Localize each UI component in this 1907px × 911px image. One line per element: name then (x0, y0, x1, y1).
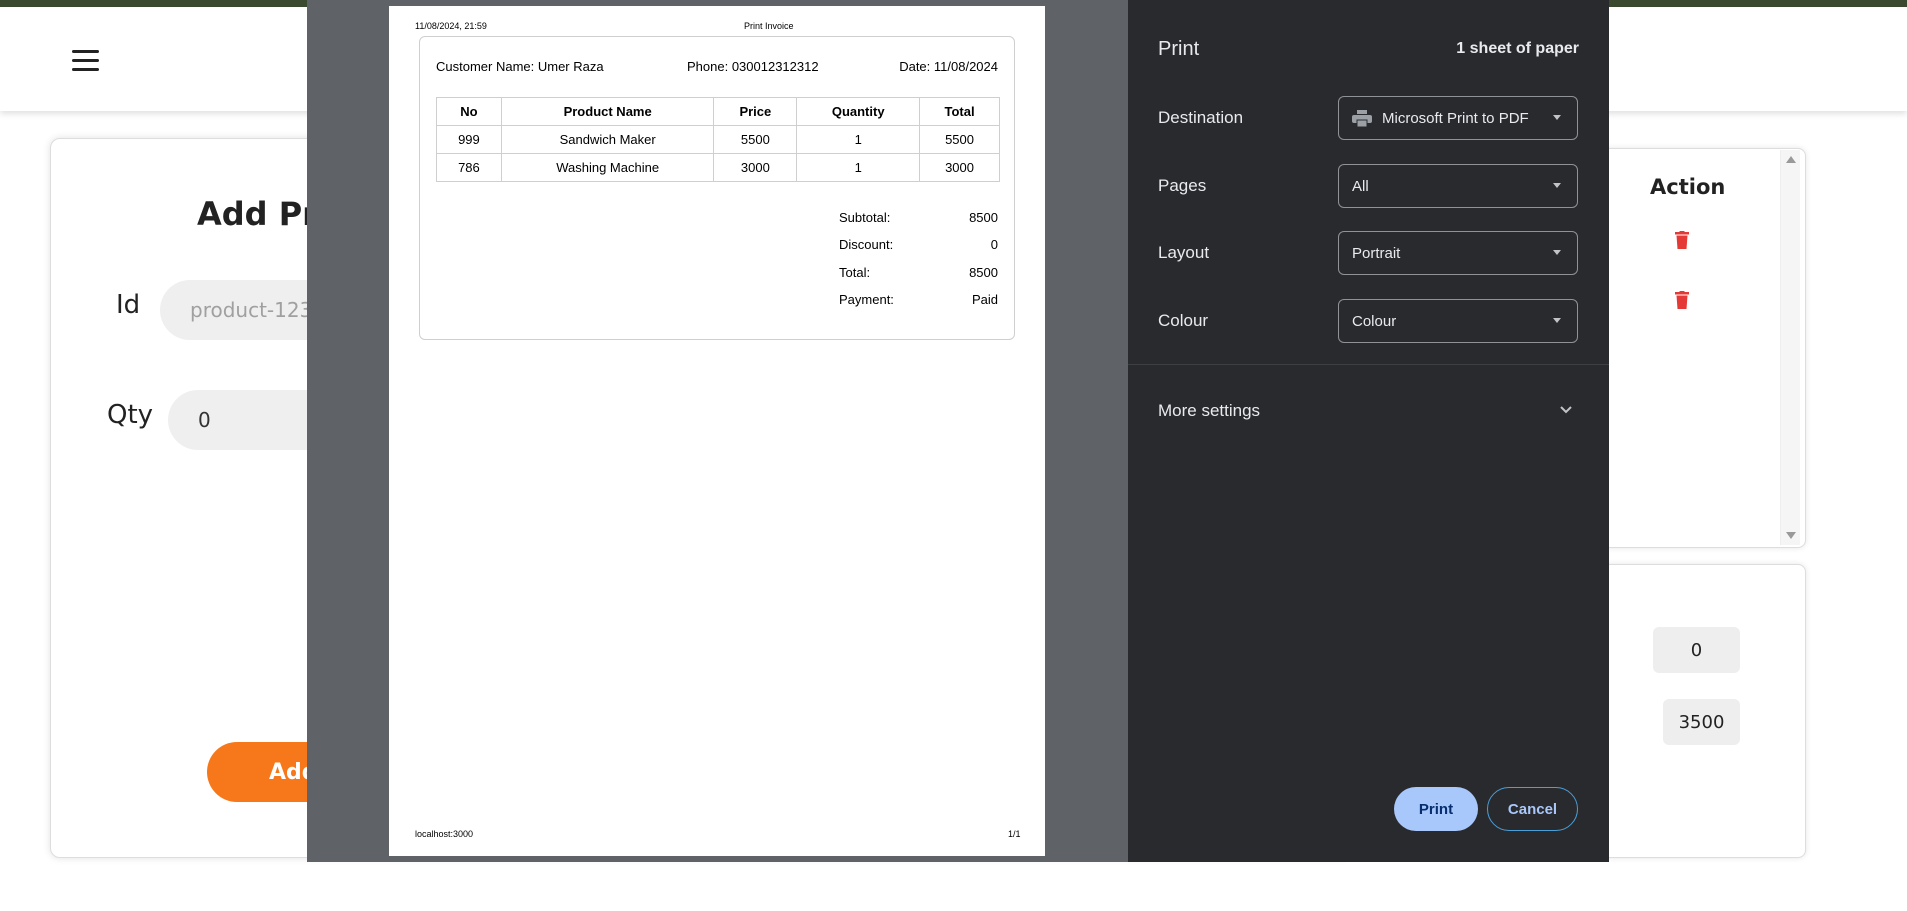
scroll-down-icon[interactable] (1786, 532, 1796, 539)
sheet-count: 1 sheet of paper (1456, 40, 1579, 57)
delete-icon[interactable] (1675, 231, 1689, 249)
dropdown-caret-icon (1553, 250, 1561, 255)
customer-phone: Phone: 030012312312 (687, 59, 819, 74)
settings-divider (1128, 364, 1609, 365)
table-cell: 1 (796, 153, 921, 182)
payment-label: Payment: (839, 292, 894, 307)
invoice-date: Date: 11/08/2024 (899, 59, 998, 74)
chevron-down-icon[interactable] (1558, 402, 1574, 418)
printer-icon (1352, 109, 1372, 127)
page-footer-number: 1/1 (1008, 829, 1021, 839)
table-cell: Washing Machine (500, 153, 715, 182)
dropdown-caret-icon (1553, 183, 1561, 188)
dropdown-caret-icon (1553, 318, 1561, 323)
table-header-row: No Product Name Price Quantity Total (436, 97, 1000, 126)
invoice-card: Customer Name: Umer Raza Phone: 03001231… (419, 36, 1015, 340)
table-row: 999 Sandwich Maker 5500 1 5500 (436, 125, 1000, 154)
payment-value: Paid (971, 292, 998, 307)
page-header-title: Print Invoice (744, 21, 794, 31)
print-dialog-title: Print (1158, 38, 1200, 60)
colour-select[interactable]: Colour (1338, 299, 1578, 343)
summary-value-box: 0 (1653, 627, 1740, 673)
table-row: 786 Washing Machine 3000 1 3000 (436, 153, 1000, 182)
summary-value-box: 3500 (1663, 699, 1740, 745)
table-cell: Sandwich Maker (500, 125, 715, 154)
layout-select[interactable]: Portrait (1338, 231, 1578, 275)
total-value: 8500 (969, 265, 998, 280)
table-cell: 786 (436, 153, 502, 182)
preview-page: 11/08/2024, 21:59 Print Invoice Customer… (389, 6, 1045, 856)
product-table-panel (1600, 148, 1806, 548)
column-header: Price (713, 97, 798, 126)
table-cell: 1 (796, 125, 921, 154)
destination-select[interactable]: Microsoft Print to PDF (1338, 96, 1578, 140)
table-cell: 5500 (919, 125, 1000, 154)
layout-value: Portrait (1352, 244, 1401, 262)
print-button[interactable]: Print (1394, 787, 1478, 831)
page-footer-url: localhost:3000 (415, 829, 474, 839)
action-column-header: Action (1650, 175, 1726, 199)
print-settings-panel: Print 1 sheet of paper Destination Micro… (1128, 0, 1609, 862)
colour-value: Colour (1352, 312, 1397, 330)
table-cell: 3000 (919, 153, 1000, 182)
invoice-table: No Product Name Price Quantity Total 999… (436, 97, 1000, 182)
customer-name: Customer Name: Umer Raza (436, 59, 604, 74)
destination-value: Microsoft Print to PDF (1382, 109, 1529, 127)
more-settings-toggle[interactable]: More settings (1158, 401, 1260, 421)
discount-label: Discount: (839, 237, 894, 252)
column-header: Quantity (796, 97, 921, 126)
table-cell: 3000 (713, 153, 798, 182)
table-scrollbar[interactable] (1780, 150, 1800, 545)
subtotal-label: Subtotal: (839, 210, 891, 225)
dropdown-caret-icon (1553, 115, 1561, 120)
pages-select[interactable]: All (1338, 164, 1578, 208)
layout-label: Layout (1158, 243, 1210, 262)
total-label: Total: (839, 265, 871, 280)
qty-label: Qty (107, 400, 154, 430)
page-header-date: 11/08/2024, 21:59 (415, 21, 487, 31)
pages-label: Pages (1158, 176, 1207, 195)
column-header: Total (919, 97, 1000, 126)
column-header: Product Name (500, 97, 715, 126)
subtotal-value: 8500 (969, 210, 998, 225)
menu-icon[interactable] (72, 50, 99, 72)
column-header: No (436, 97, 502, 126)
destination-label: Destination (1158, 108, 1244, 127)
table-cell: 5500 (713, 125, 798, 154)
scroll-up-icon[interactable] (1786, 156, 1796, 163)
pages-value: All (1352, 177, 1369, 195)
id-label: Id (116, 290, 141, 320)
cancel-button[interactable]: Cancel (1487, 787, 1578, 831)
table-cell: 999 (436, 125, 502, 154)
colour-label: Colour (1158, 311, 1209, 330)
delete-icon[interactable] (1675, 291, 1689, 309)
discount-value: 0 (990, 237, 998, 252)
